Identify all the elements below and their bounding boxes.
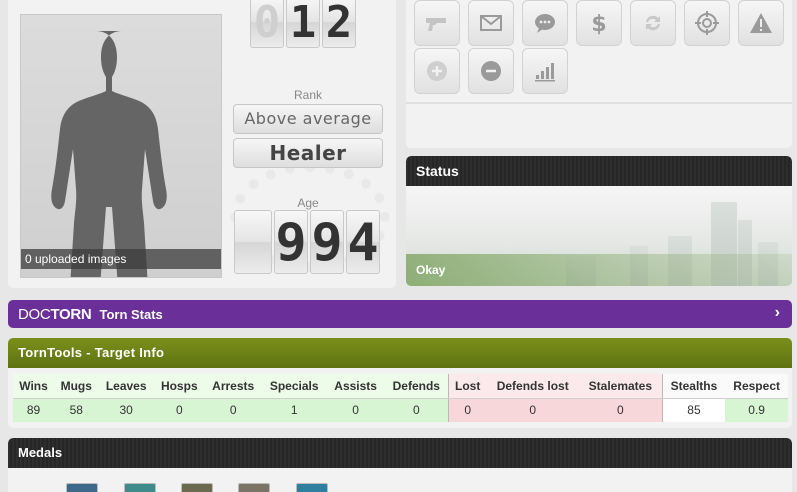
personal-stats-button[interactable] — [522, 48, 568, 94]
column-header: Hosps — [153, 374, 205, 399]
age-digit: 9 — [274, 210, 308, 274]
column-header: Defends — [384, 374, 449, 399]
doctorn-torn-stats-bar[interactable]: DOCTORN Torn Stats › — [8, 300, 792, 328]
column-header: Leaves — [98, 374, 154, 399]
send-money-button[interactable]: $ — [576, 0, 622, 46]
column-header: Specials — [261, 374, 327, 399]
silhouette-icon — [51, 31, 167, 277]
attack-button[interactable] — [414, 0, 460, 46]
photo-caption: 0 uploaded images — [21, 249, 221, 269]
table-cell: 0 — [153, 398, 205, 422]
medal-icon[interactable] — [296, 483, 328, 492]
column-header: Respect — [725, 374, 788, 399]
level-digit: 0 — [250, 0, 284, 48]
age-digit: 9 — [310, 210, 344, 274]
stats-icon — [535, 63, 555, 82]
table-cell: 1 — [261, 398, 327, 422]
report-button[interactable] — [738, 0, 784, 46]
medals-card: Medals — [8, 438, 792, 492]
table-cell: 0 — [486, 398, 580, 422]
level-counter: 0 1 2 — [250, 0, 356, 48]
add-enemy-button[interactable] — [468, 48, 514, 94]
status-card: Status Okay — [406, 156, 792, 286]
column-header: Stealths — [661, 374, 726, 399]
mail-icon — [480, 15, 502, 31]
level-digit: 2 — [322, 0, 356, 48]
chevron-right-icon[interactable]: › — [775, 304, 780, 322]
rank-label: Rank — [293, 88, 322, 102]
rank-value: Above average — [233, 104, 383, 134]
class-value: Healer — [233, 138, 383, 168]
status-image: Okay — [406, 186, 792, 286]
table-cell: 0 — [326, 398, 385, 422]
medal-icon[interactable] — [66, 483, 98, 492]
table-cell: 0 — [384, 398, 449, 422]
target-info-table: Wins Mugs Leaves Hosps Arrests Specials … — [13, 374, 788, 422]
warning-icon — [750, 13, 772, 33]
table-cell: 0 — [204, 398, 262, 422]
table-cell: 0 — [448, 398, 487, 422]
trade-icon — [646, 15, 660, 31]
add-friend-button[interactable] — [414, 48, 460, 94]
age-counter: 9 9 4 — [234, 210, 380, 274]
age-digit: 4 — [346, 210, 380, 274]
table-cell: 85 — [661, 398, 726, 422]
column-header: Mugs — [54, 374, 99, 399]
column-header: Stalemates — [579, 374, 663, 399]
bounty-button[interactable] — [684, 0, 730, 46]
column-header: Lost — [448, 374, 487, 399]
medal-icon[interactable] — [238, 483, 270, 492]
medal-icon[interactable] — [181, 483, 213, 492]
column-header: Arrests — [204, 374, 262, 399]
status-header: Status — [406, 156, 792, 186]
table-cell: 89 — [13, 398, 55, 422]
doctorn-title: Torn Stats — [99, 306, 163, 322]
dollar-icon: $ — [591, 12, 606, 36]
remove-friend-icon — [481, 61, 501, 81]
svg-text:$: $ — [591, 12, 606, 36]
trade-button[interactable] — [630, 0, 676, 46]
age-digit — [234, 210, 272, 274]
column-header: Wins — [13, 374, 55, 399]
column-header: Defends lost — [486, 374, 580, 399]
medal-icon[interactable] — [124, 483, 156, 492]
send-message-button[interactable] — [468, 0, 514, 46]
torntools-target-info: TornTools - Target Info Wins Mugs Leaves… — [8, 338, 792, 428]
table-cell: 30 — [98, 398, 154, 422]
actions-card: $ — [406, 0, 792, 148]
gun-icon — [426, 18, 446, 31]
level-digit: 1 — [286, 0, 320, 48]
table-cell: 0 — [579, 398, 663, 422]
add-friend-icon — [427, 61, 447, 81]
age-label: Age — [297, 196, 319, 210]
torntools-header[interactable]: TornTools - Target Info — [8, 338, 792, 368]
chat-icon — [535, 14, 555, 33]
column-header: Assists — [326, 374, 385, 399]
actions-divider — [406, 102, 792, 104]
status-state: Okay — [406, 254, 792, 286]
target-icon — [695, 11, 719, 35]
table-cell: 58 — [54, 398, 99, 422]
chat-button[interactable] — [522, 0, 568, 46]
table-header-row: Wins Mugs Leaves Hosps Arrests Specials … — [13, 374, 788, 399]
table-row: 89 58 30 0 0 1 0 0 0 0 0 85 0.9 — [13, 398, 788, 422]
doctorn-logo: DOCTORN — [18, 305, 92, 323]
table-cell: 0.9 — [725, 398, 788, 422]
profile-photo[interactable]: 0 uploaded images — [20, 14, 222, 278]
medals-header: Medals — [8, 438, 792, 468]
profile-card: 0 uploaded images 0 1 2 Rank Above avera… — [8, 0, 396, 288]
